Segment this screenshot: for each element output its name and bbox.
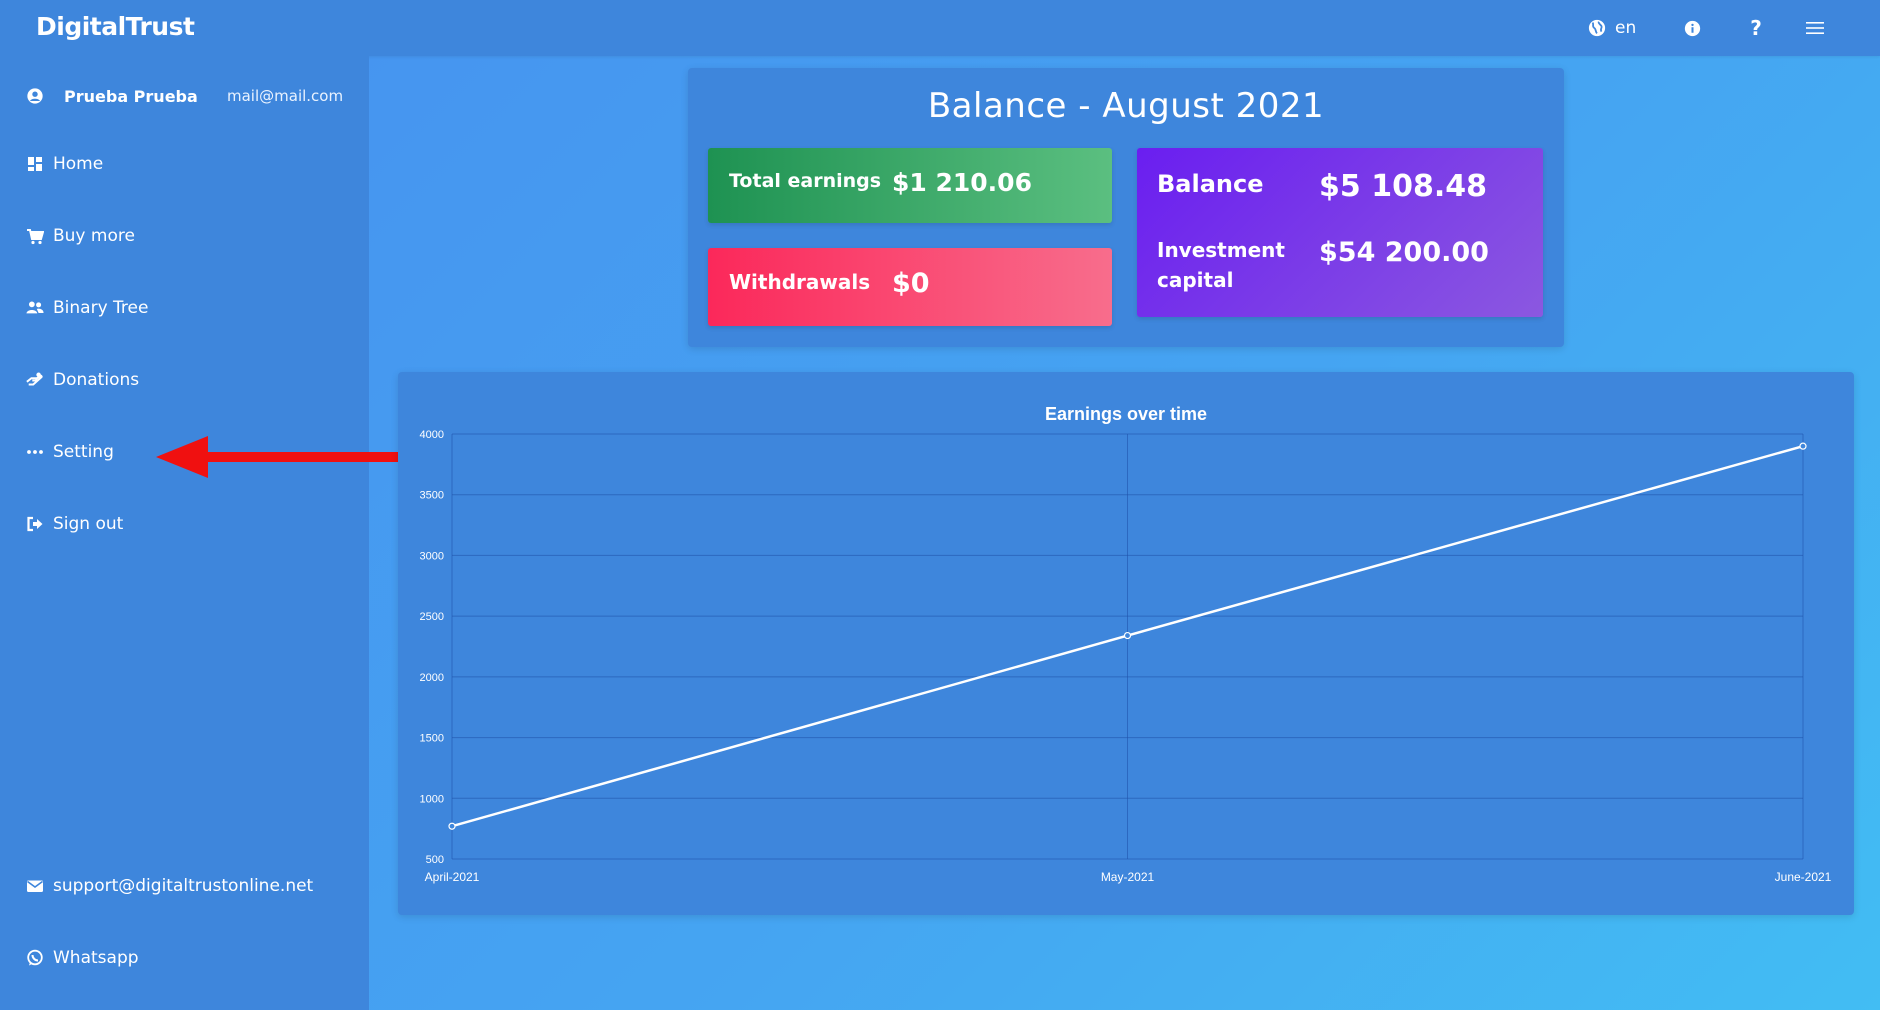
y-tick-label: 1000: [420, 793, 444, 805]
sidebar: Prueba Prueba mail@mail.com Home Buy mor…: [0, 56, 369, 1010]
x-tick-label: May-2021: [1101, 870, 1155, 884]
user-profile[interactable]: Prueba Prueba mail@mail.com: [26, 80, 356, 112]
x-tick-label: April-2021: [425, 870, 480, 884]
language-label: en: [1615, 18, 1637, 38]
investment-label-line2: capital: [1157, 268, 1234, 292]
withdrawals-card: Withdrawals $0: [708, 248, 1112, 326]
sidebar-item-label: support@digitaltrustonline.net: [53, 876, 314, 896]
total-earnings-label: Total earnings: [729, 170, 882, 192]
sidebar-item-label: Sign out: [53, 514, 124, 534]
sidebar-item-home[interactable]: Home: [26, 146, 346, 182]
withdrawals-value: $0: [892, 268, 930, 299]
sidebar-item-sign-out[interactable]: Sign out: [26, 506, 346, 542]
balance-title: Balance - August 2021: [927, 86, 1325, 126]
data-point: [1799, 442, 1807, 450]
sidebar-item-label: Binary Tree: [53, 298, 149, 318]
y-tick-label: 4000: [420, 429, 444, 441]
balance-label: Balance: [1157, 170, 1264, 198]
help-button[interactable]: ?: [1744, 0, 1768, 56]
sidebar-item-buy-more[interactable]: Buy more: [26, 218, 346, 254]
info-button[interactable]: [1680, 0, 1704, 56]
x-tick-label: June-2021: [1775, 870, 1832, 884]
brand-logo[interactable]: DigitalTrust: [36, 12, 195, 41]
total-earnings-card: Total earnings $1 210.06: [708, 148, 1112, 223]
sign-out-icon: [27, 516, 43, 532]
chart-title: Earnings over time: [1045, 404, 1207, 424]
data-point: [1123, 631, 1132, 640]
dashboard-icon: [28, 157, 42, 171]
y-tick-label: 2000: [420, 672, 444, 684]
hand-holding-icon: [26, 372, 43, 386]
y-tick-label: 3500: [420, 490, 444, 502]
sidebar-item-label: Setting: [53, 442, 114, 462]
earnings-chart: Earnings over time 500 1000 1500 2000 2500 30…: [420, 404, 1832, 884]
y-tick-label: 3000: [420, 550, 444, 562]
withdrawals-label: Withdrawals: [729, 270, 871, 294]
y-tick-label: 500: [426, 854, 444, 866]
sidebar-item-label: Buy more: [53, 226, 135, 246]
whatsapp-icon: [27, 949, 43, 966]
sidebar-item-label: Whatsapp: [53, 948, 139, 968]
balance-card: Balance - August 2021 Total earnings $1 …: [688, 68, 1564, 347]
y-tick-label: 2500: [420, 611, 444, 623]
user-name: Prueba Prueba: [64, 86, 198, 106]
globe-icon: [1588, 19, 1606, 37]
sidebar-item-support-email[interactable]: support@digitaltrustonline.net: [26, 868, 366, 904]
data-point: [448, 822, 456, 830]
investment-label-line1: Investment: [1157, 238, 1285, 262]
help-icon: ?: [1750, 16, 1762, 40]
ellipsis-icon: [27, 450, 43, 454]
info-icon: [1684, 20, 1700, 36]
menu-button[interactable]: [1803, 0, 1827, 56]
user-email: mail@mail.com: [227, 87, 344, 105]
sidebar-item-label: Donations: [53, 370, 140, 390]
cart-icon: [27, 229, 44, 245]
earnings-chart-card: Earnings over time 500 1000 1500 2000 2500 30…: [398, 372, 1854, 915]
sidebar-item-binary-tree[interactable]: Binary Tree: [26, 290, 346, 326]
investment-value: $54 200.00: [1319, 237, 1489, 268]
top-navbar: DigitalTrust en ?: [0, 0, 1880, 56]
users-icon: [26, 301, 44, 314]
balance-summary-card: Balance $5 108.48 Investment capital $54…: [1137, 148, 1543, 317]
user-circle-icon: [27, 88, 43, 104]
envelope-icon: [27, 880, 43, 892]
y-tick-label: 1500: [420, 733, 444, 745]
menu-icon: [1806, 22, 1824, 34]
total-earnings-value: $1 210.06: [892, 168, 1032, 197]
balance-value: $5 108.48: [1319, 169, 1487, 204]
sidebar-item-donations[interactable]: Donations: [26, 362, 346, 398]
sidebar-item-whatsapp[interactable]: Whatsapp: [26, 940, 346, 976]
language-selector[interactable]: en: [1588, 0, 1636, 56]
sidebar-item-label: Home: [53, 154, 104, 174]
